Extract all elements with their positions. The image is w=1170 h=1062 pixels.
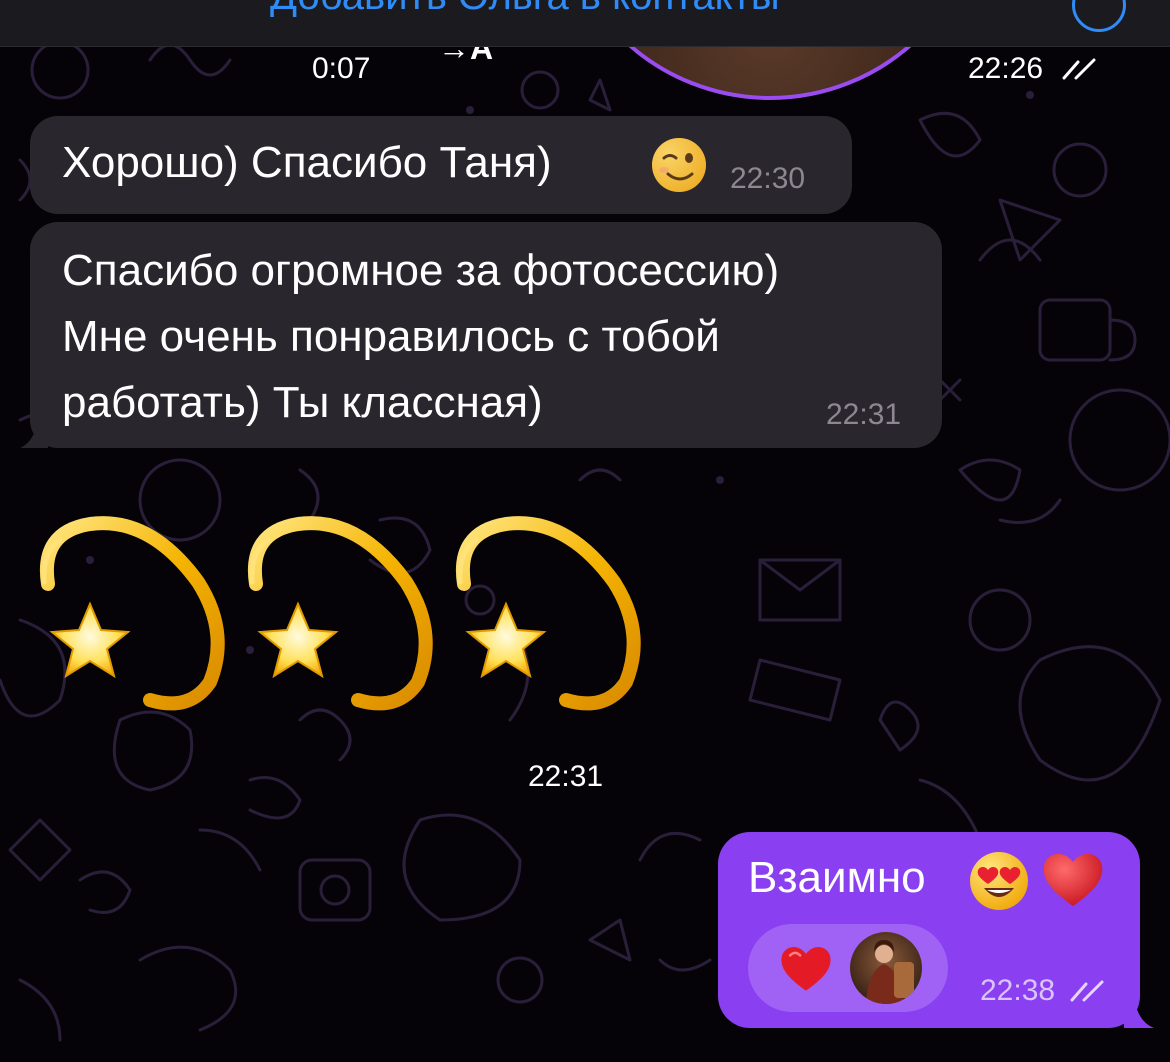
avatar[interactable] (850, 932, 922, 1004)
bubble-tail (20, 420, 48, 448)
incoming-message-bubble[interactable]: Хорошо) Спасибо Таня) 22:30 (30, 116, 852, 214)
incoming-message-bubble[interactable]: Спасибо огромное за фотосессию) Мне очен… (20, 222, 942, 448)
red-heart-icon (1043, 853, 1103, 906)
add-contact-banner[interactable]: Добавить Ольга в контакты (0, 0, 1170, 47)
message-text: Хорошо) Спасибо Таня) (62, 138, 552, 187)
dizzy-icon (247, 516, 433, 711)
read-checkmarks-icon (1070, 980, 1104, 1002)
message-time: 22:31 (826, 398, 902, 431)
message-time: 22:26 (968, 52, 1044, 85)
emoji-message[interactable] (30, 512, 650, 712)
message-line: Мне очень понравилось с тобой (62, 312, 720, 361)
message-line: работать) Ты классная) (62, 378, 543, 427)
video-duration: 0:07 (312, 52, 371, 85)
message-time: 22:30 (730, 162, 806, 195)
message-time: 22:38 (980, 974, 1056, 1007)
avatar-image (850, 932, 922, 1004)
message-text: Взаимно (748, 853, 926, 902)
outgoing-message-bubble[interactable]: Взаимно 22:38 (718, 832, 1154, 1028)
message-line: Спасибо огромное за фотосессию) (62, 246, 780, 295)
read-checkmarks-icon (1062, 58, 1096, 80)
winking-face-icon (652, 138, 706, 192)
add-contact-link[interactable]: Добавить Ольга в контакты (270, 0, 780, 19)
chat-screen: Добавить Ольга в контакты 0:07 →A 22:26 … (0, 0, 1170, 1062)
dizzy-icon (455, 516, 641, 711)
red-heart-icon (781, 946, 831, 991)
close-banner-icon[interactable] (1072, 0, 1126, 32)
bubble-tail (1124, 998, 1154, 1028)
heart-eyes-face-icon (970, 852, 1028, 910)
message-time: 22:31 (528, 760, 604, 793)
reaction-pill[interactable] (748, 924, 948, 1012)
dizzy-icon (39, 516, 225, 711)
